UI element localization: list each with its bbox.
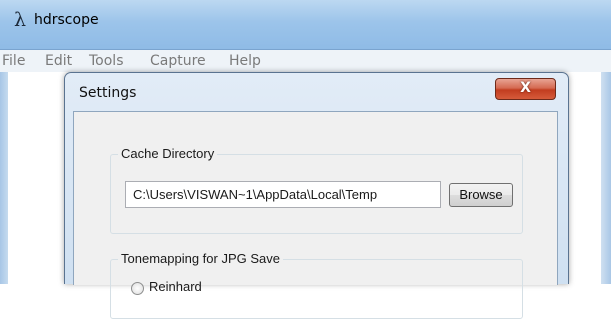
app-window-border-left <box>0 72 8 284</box>
settings-dialog: Settings X Cache Directory C:\Users\VISW… <box>64 72 569 319</box>
lambda-icon: λ <box>14 9 27 31</box>
app-window-border-right <box>601 72 611 284</box>
app-title: hdrscope <box>34 12 99 28</box>
menu-file[interactable]: File <box>2 53 25 69</box>
menu-bar: File Edit Tools Capture Help <box>0 50 611 72</box>
browse-button[interactable]: Browse <box>449 183 513 207</box>
app-title-bar: λ hdrscope <box>0 0 611 50</box>
tonemapping-group: Tonemapping for JPG Save Reinhard <box>110 251 523 319</box>
cache-directory-input[interactable]: C:\Users\VISWAN~1\AppData\Local\Temp <box>125 181 441 208</box>
tonemapping-legend: Tonemapping for JPG Save <box>118 251 283 266</box>
menu-tools[interactable]: Tools <box>89 53 124 69</box>
dialog-client-area: Cache Directory C:\Users\VISWAN~1\AppDat… <box>73 111 558 319</box>
dialog-title: Settings <box>79 85 137 101</box>
menu-edit[interactable]: Edit <box>45 53 72 69</box>
close-icon: X <box>520 80 531 96</box>
reinhard-radio-label: Reinhard <box>149 279 202 294</box>
menu-help[interactable]: Help <box>229 53 261 69</box>
close-button[interactable]: X <box>495 78 556 100</box>
cache-directory-group: Cache Directory C:\Users\VISWAN~1\AppDat… <box>110 146 523 234</box>
menu-capture[interactable]: Capture <box>150 53 206 69</box>
cache-directory-legend: Cache Directory <box>118 146 218 161</box>
